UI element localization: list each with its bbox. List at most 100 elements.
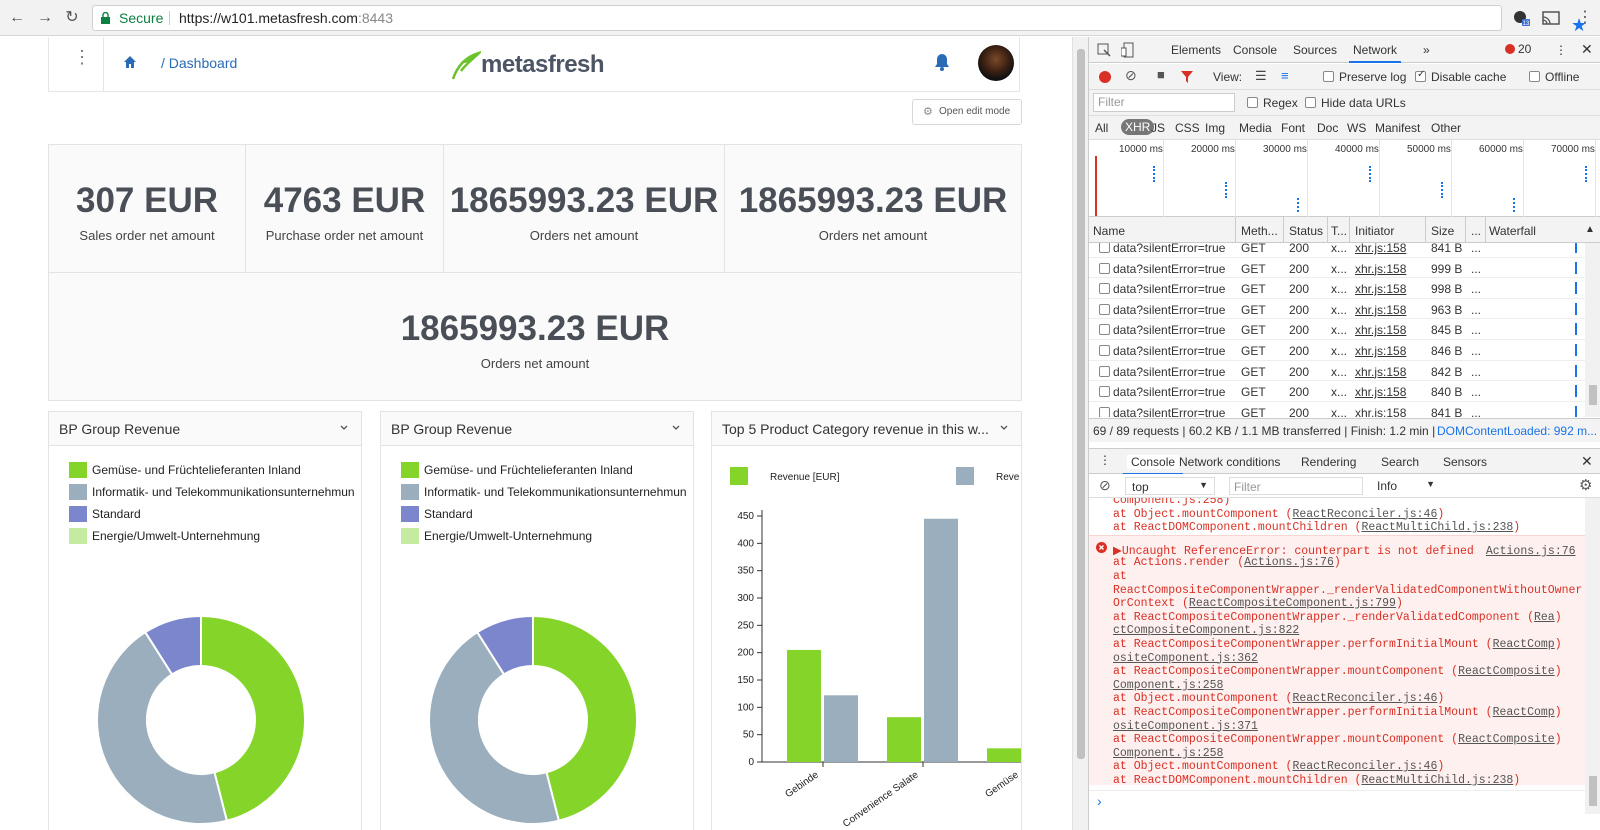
breadcrumb[interactable]: / Dashboard xyxy=(161,55,237,71)
screenshot-icon[interactable]: ■ xyxy=(1157,67,1165,82)
column-method[interactable]: Meth... xyxy=(1241,224,1278,238)
drawer-tab-console[interactable]: Console xyxy=(1122,455,1184,475)
type-filter-manifest[interactable]: Manifest xyxy=(1375,121,1420,135)
filter-icon[interactable] xyxy=(1181,71,1193,83)
large-rows-icon[interactable]: ☰ xyxy=(1255,68,1267,84)
column-status[interactable]: Status xyxy=(1289,224,1323,238)
type-filter-doc[interactable]: Doc xyxy=(1317,121,1338,135)
source-link[interactable]: ositeComponent.js:362 xyxy=(1113,652,1258,665)
source-link[interactable]: ReactMultiChild.js:238 xyxy=(1361,774,1513,787)
source-link[interactable]: ctCompositeComponent.js:822 xyxy=(1113,624,1299,637)
row-checkbox[interactable] xyxy=(1099,406,1110,417)
address-bar[interactable]: Secure https://w101.metasfresh.com:8443 … xyxy=(92,5,1587,35)
close-icon[interactable]: ✕ xyxy=(1581,41,1593,58)
column-size[interactable]: Size xyxy=(1431,224,1454,238)
forward-icon[interactable]: → xyxy=(36,9,54,27)
row-checkbox[interactable] xyxy=(1099,303,1110,315)
chevron-down-icon[interactable] xyxy=(339,423,349,433)
cast-icon[interactable] xyxy=(1542,10,1560,26)
network-timeline-overview[interactable]: 10000 ms 20000 ms 30000 ms 40000 ms 5000… xyxy=(1089,140,1600,217)
tab-sources[interactable]: Sources xyxy=(1293,43,1337,57)
bar[interactable] xyxy=(924,518,958,762)
source-link[interactable]: Actions.js:76 xyxy=(1244,556,1334,569)
browser-menu-icon[interactable]: ⋮ xyxy=(1576,9,1594,27)
source-link[interactable]: Component.js:258 xyxy=(1113,747,1223,760)
row-checkbox[interactable] xyxy=(1099,283,1110,295)
scrollbar-thumb[interactable] xyxy=(1077,49,1085,759)
devtools-menu-icon[interactable]: ⋮ xyxy=(1555,43,1567,57)
network-request-row[interactable]: data?silentError=true GET 200 x... xhr.js:15… xyxy=(1089,243,1585,258)
type-filter-all[interactable]: All xyxy=(1095,121,1108,135)
column-type[interactable]: T... xyxy=(1331,224,1347,238)
console-scrollbar[interactable] xyxy=(1585,498,1600,814)
bar[interactable] xyxy=(824,695,858,762)
preserve-log-checkbox[interactable]: Preserve log xyxy=(1323,70,1406,84)
type-filter-ws[interactable]: WS xyxy=(1347,121,1366,135)
home-icon[interactable] xyxy=(123,55,137,69)
bar[interactable] xyxy=(987,748,1021,762)
device-toolbar-icon[interactable] xyxy=(1121,42,1135,58)
user-avatar[interactable] xyxy=(978,45,1014,81)
request-initiator[interactable]: xhr.js:158 xyxy=(1355,303,1406,317)
row-checkbox[interactable] xyxy=(1099,365,1110,377)
source-link[interactable]: ositeComponent.js:371 xyxy=(1113,720,1258,733)
scrollbar-thumb[interactable] xyxy=(1589,776,1597,806)
request-initiator[interactable]: xhr.js:158 xyxy=(1355,282,1406,296)
type-filter-css[interactable]: CSS xyxy=(1175,121,1200,135)
type-filter-font[interactable]: Font xyxy=(1281,121,1305,135)
source-link[interactable]: ReactCompositeComponent.js:799 xyxy=(1189,597,1396,610)
open-edit-mode-button[interactable]: ⚙ Open edit mode xyxy=(912,99,1022,125)
tab-network[interactable]: Network xyxy=(1348,43,1402,63)
row-checkbox[interactable] xyxy=(1099,324,1110,336)
clear-icon[interactable]: ⊘ xyxy=(1125,67,1137,84)
source-link[interactable]: ReactReconciler.js:46 xyxy=(1292,508,1437,521)
type-filter-img[interactable]: Img xyxy=(1205,121,1225,135)
request-initiator[interactable]: xhr.js:158 xyxy=(1355,243,1406,255)
request-initiator[interactable]: xhr.js:158 xyxy=(1355,385,1406,399)
disable-cache-checkbox[interactable]: Disable cache xyxy=(1415,69,1506,84)
sort-up-icon[interactable]: ▲ xyxy=(1585,224,1595,235)
column-waterfall[interactable]: Waterfall xyxy=(1489,224,1536,238)
row-checkbox[interactable] xyxy=(1099,262,1110,274)
source-link[interactable]: Actions.js:76 xyxy=(1486,545,1576,558)
metasfresh-logo[interactable]: metasfresh xyxy=(451,47,611,81)
console-settings-icon[interactable]: ⚙ xyxy=(1579,476,1592,494)
waterfall-overview-icon[interactable]: ≡ xyxy=(1281,68,1289,83)
column-initiator[interactable]: Initiator xyxy=(1355,224,1394,238)
context-select[interactable]: top ▼ xyxy=(1125,477,1215,495)
chevron-down-icon[interactable] xyxy=(999,423,1009,433)
row-checkbox[interactable] xyxy=(1099,345,1110,356)
tab-elements[interactable]: Elements xyxy=(1171,43,1221,57)
type-filter-other[interactable]: Other xyxy=(1431,121,1461,135)
network-request-row[interactable]: data?silentError=true GET 200 x... xhr.js:15… xyxy=(1089,258,1585,279)
drawer-tab-sensors[interactable]: Sensors xyxy=(1443,455,1487,469)
bar[interactable] xyxy=(787,649,821,762)
type-filter-xhr[interactable]: XHR xyxy=(1121,119,1155,135)
source-link[interactable]: ReactComp xyxy=(1493,706,1555,719)
drawer-tab-search[interactable]: Search xyxy=(1381,455,1419,469)
type-filter-js[interactable]: JS xyxy=(1151,121,1165,135)
filter-input[interactable]: Filter xyxy=(1093,93,1235,112)
console-filter-input[interactable]: Filter xyxy=(1229,477,1363,495)
extension-icon[interactable]: 13 xyxy=(1512,10,1530,26)
error-count-badge[interactable]: 20 xyxy=(1505,42,1531,56)
drawer-tab-rendering[interactable]: Rendering xyxy=(1301,455,1356,469)
request-initiator[interactable]: xhr.js:158 xyxy=(1355,344,1406,358)
source-link[interactable]: ReactComp xyxy=(1493,638,1555,651)
hide-data-urls-checkbox[interactable]: Hide data URLs xyxy=(1305,96,1406,110)
clear-console-icon[interactable]: ⊘ xyxy=(1099,477,1111,494)
reload-icon[interactable]: ↻ xyxy=(63,9,81,27)
network-request-row[interactable]: data?silentError=true GET 200 x... xhr.js:15… xyxy=(1089,340,1585,361)
row-checkbox[interactable] xyxy=(1099,243,1110,253)
notification-bell-icon[interactable] xyxy=(935,53,949,71)
back-icon[interactable]: ← xyxy=(8,9,26,27)
type-filter-media[interactable]: Media xyxy=(1239,121,1272,135)
row-checkbox[interactable] xyxy=(1099,386,1110,398)
side-menu-icon[interactable]: ⋮ xyxy=(73,48,91,66)
network-request-row[interactable]: data?silentError=true GET 200 x... xhr.js:15… xyxy=(1089,381,1585,402)
request-initiator[interactable]: xhr.js:158 xyxy=(1355,406,1406,417)
offline-checkbox[interactable]: Offline xyxy=(1529,70,1579,84)
drawer-menu-icon[interactable]: ⋮ xyxy=(1099,453,1111,467)
column-name[interactable]: Name xyxy=(1093,224,1125,238)
bar[interactable] xyxy=(887,717,921,762)
